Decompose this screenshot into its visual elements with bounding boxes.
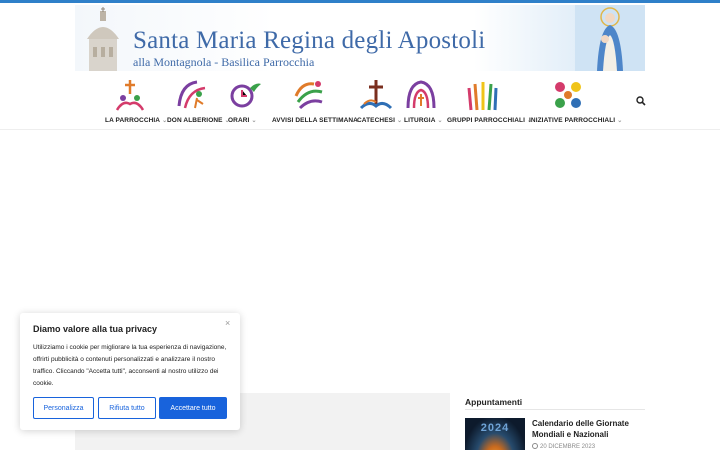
site-banner[interactable]: Santa Maria Regina degli Apostoli alla M…: [75, 5, 645, 71]
main-navigation: LA PARROCCHIA ⌄ DON ALBERIONE ⌄ ORARI ⌄ AVV…: [0, 72, 720, 130]
liturgy-icon: [406, 80, 436, 109]
widget-title-appuntamenti: Appuntamenti: [465, 397, 523, 407]
cookie-description: Utilizziamo i cookie per migliorare la t…: [33, 344, 227, 387]
nav-item-liturgia[interactable]: LITURGIA ⌄: [404, 76, 443, 128]
nav-label-la-parrocchia: LA PARROCCHIA: [105, 117, 161, 124]
cookie-consent-dialog: × Diamo valore alla tua privacy Utilizzi…: [20, 313, 240, 430]
nav-item-la-parrocchia[interactable]: LA PARROCCHIA ⌄: [105, 76, 167, 128]
chevron-down-icon: ⌄: [396, 118, 403, 124]
clock-dove-icon: [230, 83, 261, 108]
top-accent-bar: [0, 0, 720, 3]
cross-book-icon: [359, 80, 393, 110]
post-thumbnail[interactable]: 2024: [465, 418, 525, 450]
nav-label-avvisi-della-settimana: AVVISI DELLA SETTIMANA: [272, 117, 358, 124]
nav-item-don-alberione[interactable]: DON ALBERIONE ⌄: [167, 76, 230, 128]
announcement-icon: [294, 81, 323, 110]
nav-item-orari[interactable]: ORARI ⌄: [228, 76, 262, 128]
chevron-down-icon: ⌄: [251, 118, 257, 124]
nav-label-liturgia: LITURGIA: [404, 117, 436, 124]
cookie-title: Diamo valore alla tua privacy: [33, 324, 158, 334]
close-icon[interactable]: ×: [225, 318, 230, 328]
post-date-text: 20 DICEMBRE 2023: [540, 444, 596, 450]
site-title: Santa Maria Regina degli Apostoli: [133, 27, 486, 54]
reject-all-button[interactable]: Rifiuta tutto: [98, 397, 156, 419]
nav-label-gruppi-parrocchiali: GRUPPI PARROCCHIALI: [447, 117, 525, 124]
nav-label-orari: ORARI: [228, 117, 250, 124]
nav-label-iniziative-parrocchiali: INIZIATIVE PARROCCHIALI: [529, 117, 616, 124]
nav-item-iniziative-parrocchiali[interactable]: INIZIATIVE PARROCCHIALI ⌄: [529, 76, 622, 128]
hearts-icon: [555, 82, 581, 108]
chevron-down-icon: ⌄: [437, 118, 443, 124]
widget-divider: [465, 409, 645, 410]
madonna-statue-icon: [575, 5, 645, 71]
post-thumbnail-text: 2024: [480, 422, 510, 434]
nav-item-avvisi-della-settimana[interactable]: AVVISI DELLA SETTIMANA: [272, 76, 358, 128]
alberione-icon: [177, 80, 206, 109]
clock-icon: [532, 443, 538, 449]
search-icon[interactable]: [636, 96, 646, 106]
basilica-dome-icon: [87, 7, 119, 71]
nav-label-don-alberione: DON ALBERIONE: [167, 117, 223, 124]
customize-button[interactable]: Personalizza: [33, 397, 94, 419]
hands-icon: [467, 82, 498, 111]
post-date: 20 DICEMBRE 2023: [532, 443, 595, 450]
nav-item-catechesi[interactable]: CATECHESI ⌄: [357, 76, 402, 128]
nav-label-catechesi: CATECHESI: [357, 117, 395, 124]
family-cross-icon: [115, 80, 145, 111]
accept-all-button[interactable]: Accettare tutto: [159, 397, 227, 419]
post-title-link[interactable]: Calendario delle Giornate Mondiali e Naz…: [532, 418, 642, 440]
site-subtitle: alla Montagnola - Basilica Parrocchia: [133, 55, 315, 69]
nav-item-gruppi-parrocchiali[interactable]: GRUPPI PARROCCHIALI ⌄: [447, 76, 532, 128]
chevron-down-icon: ⌄: [617, 118, 623, 124]
